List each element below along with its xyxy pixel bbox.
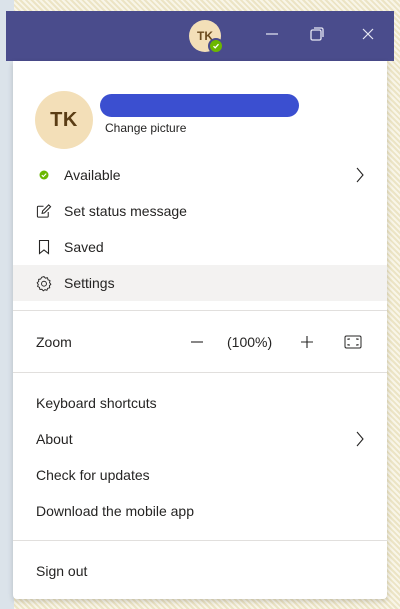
profile-menu: TK Change picture Available Set status m… [13, 61, 387, 599]
restore-icon [309, 26, 325, 47]
zoom-label: Zoom [36, 334, 72, 350]
zoom-row: Zoom (100%) [13, 324, 387, 360]
fit-to-screen-icon[interactable] [343, 324, 363, 360]
profile-avatar-button[interactable]: TK [189, 20, 224, 54]
menu-item-keyboard-shortcuts[interactable]: Keyboard shortcuts [13, 385, 387, 421]
menu-item-label: Check for updates [36, 467, 150, 483]
zoom-level: (100%) [227, 334, 273, 350]
redacted-user-name [100, 94, 299, 117]
desktop-background [0, 0, 14, 609]
menu-item-download-mobile-app[interactable]: Download the mobile app [13, 493, 387, 529]
menu-item-check-for-updates[interactable]: Check for updates [13, 457, 387, 493]
menu-item-label: Set status message [64, 203, 187, 219]
divider [13, 372, 387, 373]
zoom-out-button[interactable] [187, 324, 207, 360]
title-bar: TK [6, 11, 394, 61]
menu-item-label: Download the mobile app [36, 503, 194, 519]
zoom-in-button[interactable] [297, 324, 317, 360]
menu-item-sign-out[interactable]: Sign out [13, 553, 387, 589]
gear-icon [36, 265, 52, 301]
menu-item-available[interactable]: Available [13, 157, 387, 193]
minimize-icon [265, 27, 279, 46]
chevron-right-icon [355, 421, 365, 457]
available-status-icon [208, 38, 224, 54]
close-button[interactable] [354, 21, 382, 51]
menu-item-label: Sign out [36, 563, 88, 579]
divider [13, 540, 387, 541]
menu-item-label: Saved [64, 239, 104, 255]
chevron-right-icon [355, 157, 365, 193]
change-picture-link[interactable]: Change picture [105, 121, 186, 135]
available-dot-icon [36, 157, 52, 193]
menu-item-settings[interactable]: Settings [13, 265, 387, 301]
menu-item-saved[interactable]: Saved [13, 229, 387, 265]
profile-initials: TK [50, 109, 78, 131]
close-icon [361, 27, 375, 46]
menu-item-label: Available [64, 167, 121, 183]
bookmark-icon [36, 229, 52, 265]
menu-item-label: About [36, 431, 73, 447]
edit-status-icon [36, 193, 52, 229]
profile-avatar[interactable]: TK [35, 91, 93, 149]
divider [13, 310, 387, 311]
minimize-button[interactable] [258, 21, 286, 51]
menu-item-about[interactable]: About [13, 421, 387, 457]
restore-button[interactable] [303, 21, 331, 51]
menu-item-label: Keyboard shortcuts [36, 395, 157, 411]
menu-item-set-status-message[interactable]: Set status message [13, 193, 387, 229]
menu-item-label: Settings [64, 275, 115, 291]
